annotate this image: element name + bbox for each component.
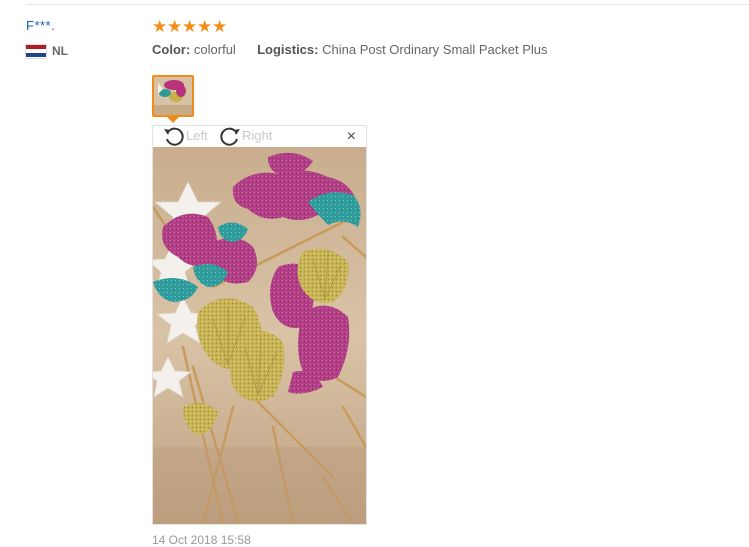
rotate-left-label: Left (186, 128, 208, 143)
review-photo (153, 147, 366, 524)
buyer-info: F***. NL (26, 18, 136, 58)
color-label: Color: (152, 42, 191, 57)
star-icon: ★ (182, 16, 198, 36)
review-photo-thumbnail[interactable] (152, 75, 194, 117)
image-viewer: Left Right × (152, 125, 367, 525)
star-icon: ★ (212, 16, 228, 36)
star-icon: ★ (167, 16, 183, 36)
logistics-value: China Post Ordinary Small Packet Plus (322, 42, 548, 57)
country-code: NL (52, 44, 68, 58)
rotate-right-label: Right (242, 128, 273, 143)
review-date: 14 Oct 2018 15:58 (152, 533, 251, 547)
thumbnail-pointer (166, 116, 180, 123)
order-attributes: Color: colorful Logistics: China Post Or… (152, 41, 742, 59)
star-rating: ★ ★ ★ ★ ★ (152, 16, 742, 36)
close-icon[interactable]: × (347, 128, 356, 146)
review-thumbnail[interactable] (152, 75, 194, 123)
logistics-label: Logistics: (257, 42, 319, 57)
rotate-right-button[interactable]: Right (219, 126, 272, 146)
color-value: colorful (193, 42, 236, 57)
buyer-country: NL (26, 44, 136, 58)
star-icon: ★ (197, 16, 213, 36)
review-details: ★ ★ ★ ★ ★ Color: colorful Logistics: Chi… (152, 16, 742, 59)
top-divider (26, 4, 749, 5)
netherlands-flag-icon (26, 44, 46, 58)
buyer-name: F***. (26, 18, 56, 33)
rotate-left-icon (163, 126, 185, 146)
viewer-toolbar: Left Right × (153, 126, 366, 146)
rotate-left-button[interactable]: Left (163, 126, 208, 146)
rotate-right-icon (219, 126, 241, 146)
star-icon: ★ (152, 16, 168, 36)
